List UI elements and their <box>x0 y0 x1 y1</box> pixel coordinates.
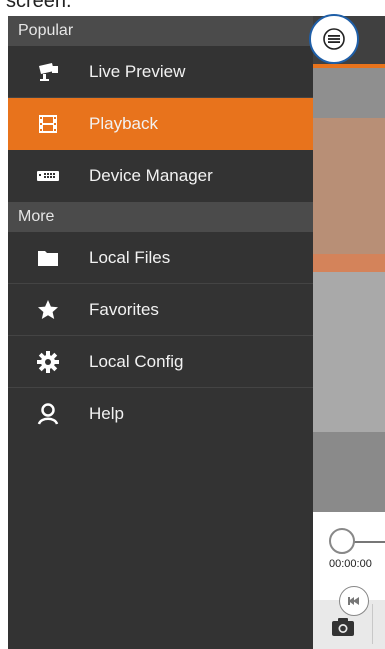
menu-item-label: Favorites <box>89 300 159 319</box>
help-person-icon <box>36 402 60 426</box>
camera-icon <box>332 618 354 636</box>
menu-item-label: Help <box>89 404 124 423</box>
menu-item-live-preview[interactable]: Live Preview <box>8 46 313 98</box>
app-video-thumbnail <box>313 118 385 254</box>
snapshot-button[interactable] <box>329 614 359 640</box>
film-icon <box>36 112 60 136</box>
caption-text: screen. <box>6 0 72 12</box>
side-drawer: Popular Live Preview Playback Device Man… <box>8 16 313 649</box>
menu-item-local-files[interactable]: Local Files <box>8 232 313 284</box>
menu-item-label: Live Preview <box>89 62 186 81</box>
star-icon <box>36 298 60 322</box>
skip-previous-icon <box>348 597 359 605</box>
app-video-area-2 <box>313 272 385 432</box>
playback-time: 00:00:00 <box>329 558 372 570</box>
top-caption-crop: screen. <box>0 0 385 16</box>
hamburger-icon <box>323 28 345 50</box>
menu-toggle-button[interactable] <box>309 14 359 64</box>
gear-icon <box>36 350 60 374</box>
toolbar-divider <box>372 604 373 644</box>
folder-icon <box>36 246 60 270</box>
previous-button[interactable] <box>339 586 369 616</box>
app-video-area <box>313 68 385 118</box>
app-timeline-area <box>313 432 385 512</box>
menu-item-playback[interactable]: Playback <box>8 98 313 150</box>
menu-item-local-config[interactable]: Local Config <box>8 336 313 388</box>
section-header-popular: Popular <box>8 16 313 46</box>
device-icon <box>36 164 60 188</box>
camera-icon <box>36 60 60 84</box>
playback-slider-knob[interactable] <box>329 528 355 554</box>
app-video-overlay <box>313 254 385 272</box>
menu-item-label: Device Manager <box>89 166 213 185</box>
menu-item-device-manager[interactable]: Device Manager <box>8 150 313 202</box>
menu-item-help[interactable]: Help <box>8 388 313 440</box>
menu-item-favorites[interactable]: Favorites <box>8 284 313 336</box>
section-header-more: More <box>8 202 313 232</box>
menu-item-label: Local Config <box>89 352 184 371</box>
menu-item-label: Local Files <box>89 248 171 267</box>
menu-item-label: Playback <box>89 114 158 133</box>
